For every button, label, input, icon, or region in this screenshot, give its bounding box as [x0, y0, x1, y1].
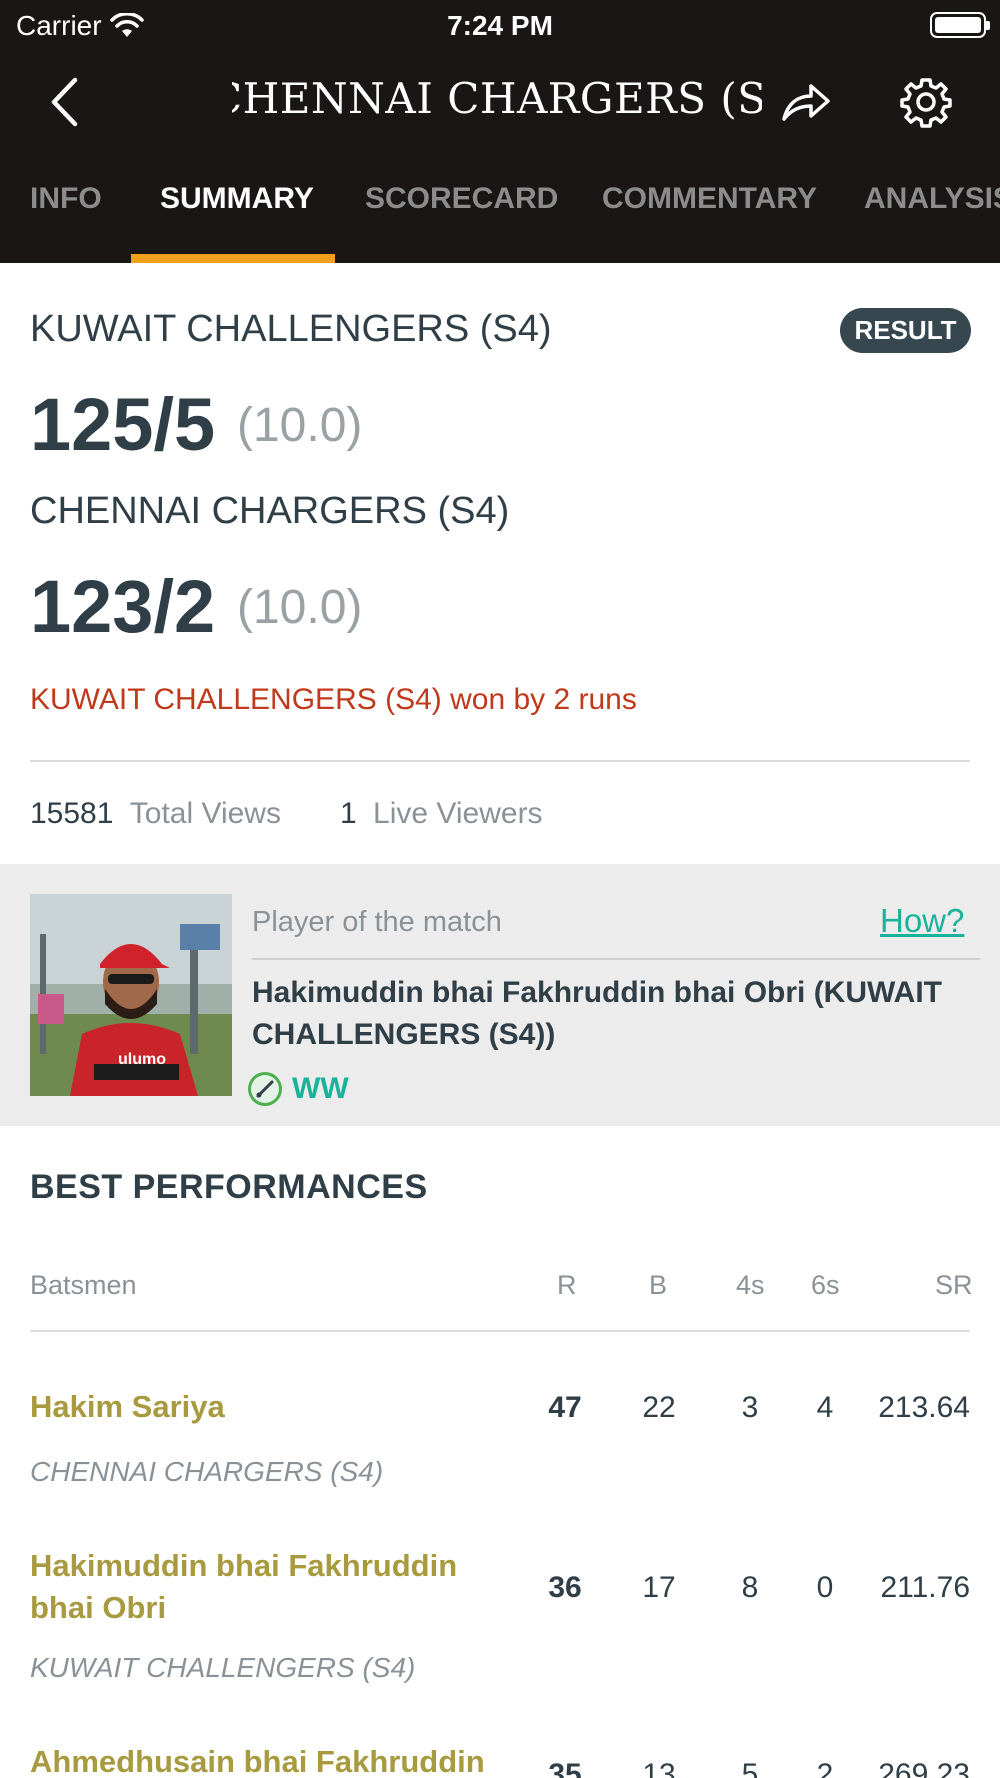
chevron-left-icon — [51, 77, 78, 127]
tab-analysis[interactable]: ANALYSIS — [864, 182, 1000, 216]
total-views: 15581 Total Views — [30, 797, 281, 831]
section-title: BEST PERFORMANCES — [30, 1168, 428, 1206]
strike-rate-cell: 213.64 — [878, 1391, 970, 1424]
sixes-cell: 4 — [816, 1391, 834, 1424]
player-name[interactable]: Hakim Sariya — [30, 1386, 490, 1428]
divider — [252, 958, 980, 960]
column-header-balls: B — [649, 1270, 668, 1300]
tab-scorecard[interactable]: SCORECARD — [365, 182, 558, 216]
gear-icon — [900, 78, 952, 128]
app-header: Carrier 7:24 PM CHENNAI CHARGERS (S4) vs — [0, 0, 1000, 263]
column-header-runs: R — [557, 1270, 577, 1300]
team2-overs: (10.0) — [237, 581, 363, 634]
tab-summary[interactable]: SUMMARY — [160, 182, 314, 216]
divider — [30, 760, 970, 762]
runs-cell: 35 — [548, 1758, 582, 1778]
player-name[interactable]: Hakimuddin bhai Fakhruddin bhai Obri — [30, 1545, 470, 1629]
team1-overs: (10.0) — [237, 399, 363, 452]
balls-cell: 22 — [642, 1391, 676, 1424]
team2-name: CHENNAI CHARGERS (S4) — [30, 490, 510, 532]
player-of-match-card[interactable]: ulumo Player of the match How? Hakimuddi… — [0, 864, 1000, 1126]
runs-cell: 47 — [548, 1391, 582, 1424]
back-button[interactable] — [36, 74, 92, 130]
settings-button[interactable] — [896, 72, 956, 132]
share-icon — [782, 84, 830, 121]
wicket-keeper-icon — [248, 1072, 282, 1106]
player-of-match-label: Player of the match — [252, 906, 502, 938]
player-photo-image: ulumo — [30, 894, 232, 1096]
player-role-label: WW — [292, 1072, 349, 1105]
how-link[interactable]: How? — [880, 902, 964, 940]
fours-cell: 8 — [741, 1571, 759, 1604]
divider — [30, 1330, 970, 1332]
team1-score: 125/5 — [30, 383, 216, 466]
player-team: CHENNAI CHARGERS (S4) — [30, 1456, 384, 1487]
live-viewers: 1 Live Viewers — [340, 797, 543, 831]
team1-name: KUWAIT CHALLENGERS (S4) — [30, 308, 552, 350]
status-badge: RESULT — [840, 308, 971, 353]
live-viewers-label: Live Viewers — [373, 797, 543, 830]
svg-text:ulumo: ulumo — [118, 1051, 166, 1068]
share-button[interactable] — [776, 74, 836, 130]
status-time: 7:24 PM — [447, 10, 553, 41]
balls-cell: 17 — [642, 1571, 676, 1604]
match-title: CHENNAI CHARGERS (S4) vs — [232, 74, 762, 123]
status-bar: Carrier 7:24 PM — [0, 0, 1000, 52]
column-header-player: Batsmen — [30, 1270, 137, 1300]
sixes-cell: 0 — [816, 1571, 834, 1604]
tab-commentary[interactable]: COMMENTARY — [602, 182, 817, 216]
fours-cell: 3 — [741, 1391, 759, 1424]
column-header-sixes: 6s — [811, 1270, 840, 1300]
runs-cell: 36 — [548, 1571, 582, 1604]
tab-bar: INFO SUMMARY SCORECARD COMMENTARY ANALYS… — [0, 168, 1000, 263]
total-views-label: Total Views — [129, 797, 281, 830]
nav-bar: CHENNAI CHARGERS (S4) vs — [0, 52, 1000, 152]
battery-icon — [930, 12, 990, 38]
strike-rate-cell: 211.76 — [880, 1571, 970, 1604]
player-of-match-name: Hakimuddin bhai Fakhruddin bhai Obri (KU… — [252, 976, 942, 1051]
match-result: KUWAIT CHALLENGERS (S4) won by 2 runs — [30, 683, 637, 716]
match-title-marquee: CHENNAI CHARGERS (S4) vs — [232, 74, 762, 134]
tab-info[interactable]: INFO — [30, 182, 102, 216]
balls-cell: 13 — [642, 1758, 676, 1778]
active-tab-indicator — [131, 254, 335, 263]
player-team: KUWAIT CHALLENGERS (S4) — [30, 1652, 416, 1683]
total-views-count: 15581 — [30, 797, 114, 830]
column-header-strike-rate: SR — [935, 1270, 973, 1300]
sixes-cell: 2 — [816, 1758, 834, 1778]
player-photo: ulumo — [30, 894, 232, 1096]
live-viewers-count: 1 — [340, 797, 357, 830]
team2-score: 123/2 — [30, 565, 216, 648]
strike-rate-cell: 269.23 — [878, 1758, 970, 1778]
role-icon-glyph — [251, 1075, 279, 1103]
player-role: WW — [248, 1072, 349, 1106]
column-header-fours: 4s — [736, 1270, 765, 1300]
fours-cell: 5 — [741, 1758, 759, 1778]
player-name[interactable]: Ahmedhusain bhai Fakhruddin — [30, 1741, 490, 1778]
